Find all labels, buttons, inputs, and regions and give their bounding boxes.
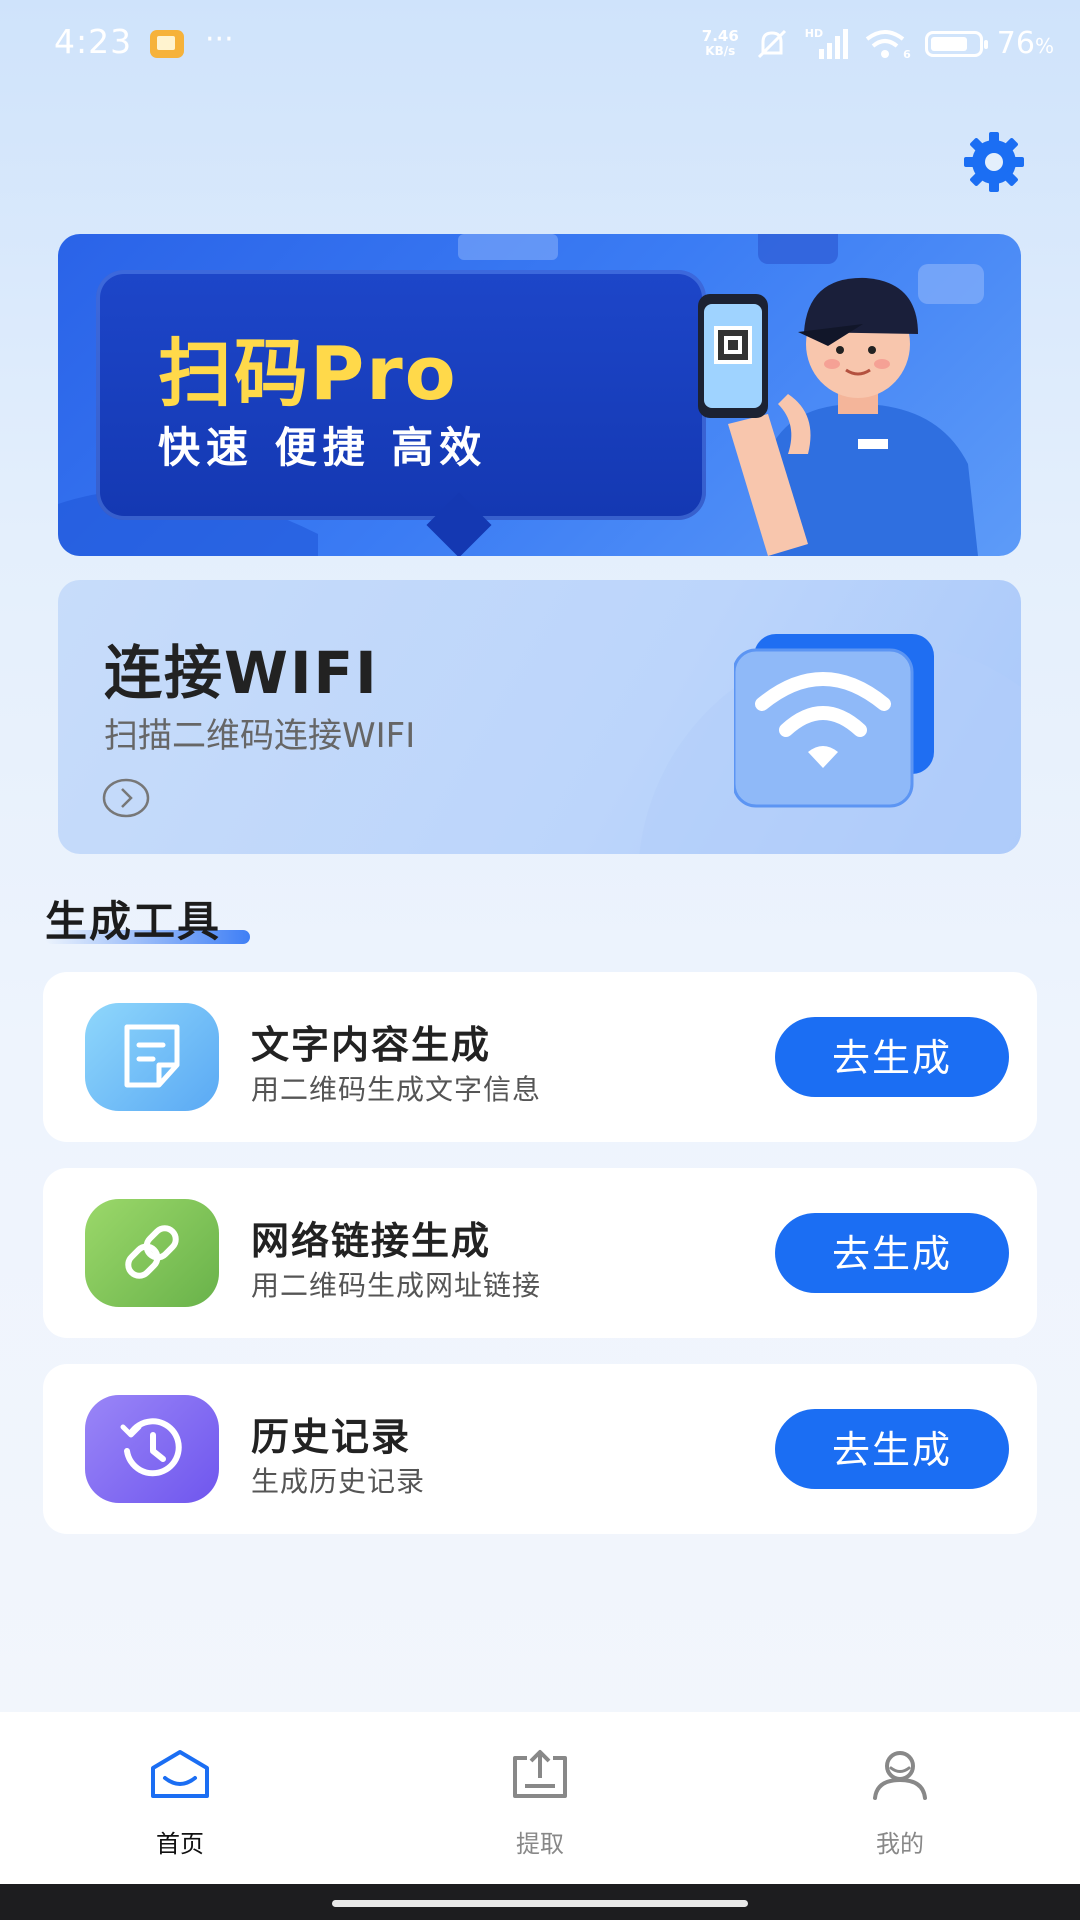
chevron-right-circle-icon[interactable]: [102, 778, 150, 818]
tool-description: 用二维码生成文字信息: [251, 1073, 542, 1106]
connect-wifi-card[interactable]: 连接WIFI 扫描二维码连接WIFI: [58, 580, 1021, 854]
tool-name: 网络链接生成: [251, 1219, 492, 1263]
tool-name: 历史记录: [251, 1415, 412, 1459]
status-bar: 4:23 ··· 7.46 KB/s HD 6 76%: [0, 0, 1080, 92]
tool-card-history[interactable]: 历史记录 生成历史记录 去生成: [43, 1364, 1037, 1534]
history-icon: [85, 1395, 219, 1503]
link-icon: [85, 1199, 219, 1307]
nav-label-home: 首页: [156, 1830, 204, 1858]
more-notifications-icon: ···: [205, 22, 234, 57]
wifi-status-icon: 6: [863, 27, 911, 61]
network-speed: 7.46 KB/s: [701, 26, 739, 59]
generate-text-button[interactable]: 去生成: [775, 1017, 1009, 1097]
network-speed-value: 7.46: [701, 26, 739, 45]
note-icon: [85, 1003, 219, 1111]
network-speed-unit: KB/s: [705, 43, 736, 58]
battery-icon: [924, 30, 988, 57]
banner-title: 扫码Pro: [158, 331, 458, 417]
tool-card-text[interactable]: 文字内容生成 用二维码生成文字信息 去生成: [43, 972, 1037, 1142]
bottom-navigation: 首页 提取 我的: [0, 1712, 1080, 1884]
tool-description: 用二维码生成网址链接: [251, 1269, 542, 1302]
battery-percent: 76%: [997, 26, 1054, 61]
nav-label-extract: 提取: [516, 1830, 564, 1858]
nav-label-profile: 我的: [876, 1830, 924, 1858]
settings-gear-icon[interactable]: [960, 128, 1028, 196]
home-indicator[interactable]: [332, 1900, 748, 1907]
tool-description: 生成历史记录: [251, 1465, 426, 1498]
cellular-signal-icon: HD: [805, 27, 849, 61]
generate-link-button[interactable]: 去生成: [775, 1213, 1009, 1293]
wifi-card-title: 连接WIFI: [104, 639, 379, 707]
battery-percent-unit: %: [1034, 34, 1054, 58]
home-icon: [151, 1750, 209, 1798]
generate-history-button[interactable]: 去生成: [775, 1409, 1009, 1489]
promo-banner[interactable]: 扫码Pro 快速 便捷 高效: [58, 234, 1021, 556]
status-time: 4:23: [54, 22, 133, 61]
upload-icon: [513, 1750, 567, 1798]
user-icon: [873, 1751, 927, 1800]
tool-name: 文字内容生成: [251, 1023, 492, 1067]
nav-item-profile[interactable]: 我的: [720, 1712, 1080, 1884]
battery-percent-value: 76: [996, 26, 1035, 61]
gallery-notification-icon: [150, 30, 184, 58]
nav-item-home[interactable]: 首页: [0, 1712, 360, 1884]
wifi-card-subtitle: 扫描二维码连接WIFI: [104, 716, 416, 756]
mute-bell-icon: [757, 29, 786, 58]
wifi-icon: [734, 634, 934, 808]
status-indicators: 7.46 KB/s HD 6 76%: [702, 26, 1054, 61]
wifi-generation-label: 6: [903, 47, 911, 61]
tool-card-link[interactable]: 网络链接生成 用二维码生成网址链接 去生成: [43, 1168, 1037, 1338]
scanning-person-illustration: [698, 277, 978, 556]
nav-item-extract[interactable]: 提取: [360, 1712, 720, 1884]
banner-subtitle: 快速 便捷 高效: [158, 423, 488, 472]
section-title: 生成工具: [45, 897, 222, 946]
